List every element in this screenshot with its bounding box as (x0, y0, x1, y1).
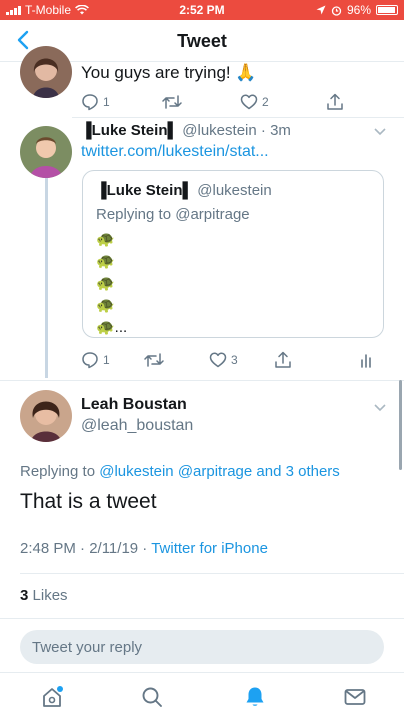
turtle-line: 🐢... (96, 319, 128, 336)
replying-to: Replying to @lukestein @arpitrage and 3 … (20, 463, 340, 480)
messages-icon[interactable] (343, 685, 367, 709)
quote-header: ▐Luke Stein▌ @lukestein (96, 182, 272, 199)
reply-placeholder: Tweet your reply (32, 639, 143, 656)
replying-prefix: Replying to (96, 206, 172, 223)
home-icon[interactable] (40, 685, 64, 709)
tweet-timestamp: 2:48 PM · 2/11/19 · (20, 540, 152, 557)
divider (0, 618, 404, 619)
tweet-link[interactable]: twitter.com/lukestein/stat... (81, 143, 269, 161)
battery-label: 96% (346, 3, 371, 17)
retweet-button[interactable] (162, 93, 240, 111)
reply-icon (82, 94, 98, 111)
quote-author-handle: @lukestein (197, 182, 272, 199)
avatar[interactable] (20, 390, 72, 442)
like-count: 3 (231, 353, 238, 367)
retweet-icon (144, 353, 164, 367)
reply-button[interactable]: 1 (81, 93, 162, 111)
alarm-icon (331, 5, 342, 16)
reply-count: 1 (103, 353, 110, 367)
analytics-button[interactable] (360, 351, 374, 369)
likes-count: 3 (20, 587, 29, 604)
reply-count: 1 (103, 95, 110, 109)
quote-replying-to: Replying to @arpitrage (96, 206, 250, 223)
like-count: 2 (262, 95, 269, 109)
chevron-down-icon[interactable] (373, 127, 387, 137)
like-button[interactable]: 3 (209, 351, 274, 369)
tweet-text: That is a tweet (20, 490, 157, 513)
reply-button[interactable]: 1 (81, 351, 144, 369)
share-button[interactable] (326, 93, 344, 111)
quote-author-name: ▐Luke Stein▌ (96, 182, 194, 199)
thread-line (45, 178, 48, 378)
chevron-down-icon[interactable] (373, 403, 387, 413)
divider (0, 380, 404, 381)
status-bar: T-Mobile 2:52 PM 96% (0, 0, 404, 20)
quoted-tweet[interactable]: ▐Luke Stein▌ @lukestein Replying to @arp… (82, 170, 384, 338)
search-icon[interactable] (140, 685, 164, 709)
like-icon (209, 352, 227, 368)
like-button[interactable]: 2 (240, 93, 326, 111)
turtle-line: 🐢 (96, 297, 115, 314)
like-icon (240, 94, 258, 110)
notifications-icon[interactable] (243, 685, 267, 709)
author-name[interactable]: ▐Luke Stein▌ (81, 122, 178, 139)
divider (72, 117, 404, 118)
retweet-button[interactable] (144, 351, 209, 369)
author-handle[interactable]: @leah_boustan (81, 417, 193, 435)
retweet-icon (162, 95, 182, 109)
tweet-time: 3m (270, 122, 291, 139)
share-icon (327, 93, 343, 110)
author-handle[interactable]: @lukestein (182, 122, 256, 139)
avatar[interactable] (20, 46, 72, 98)
tweet-actions: 1 2 (81, 93, 344, 111)
likes-label: Likes (32, 587, 68, 604)
share-icon (275, 351, 291, 368)
replying-prefix: Replying to (20, 463, 96, 480)
tab-bar (0, 672, 404, 720)
likes-summary[interactable]: 3 Likes (20, 587, 68, 604)
separator: · (256, 122, 271, 139)
tweet-meta: 2:48 PM · 2/11/19 · Twitter for iPhone (20, 540, 268, 557)
tweet-actions: 1 3 (81, 351, 374, 369)
replying-handle: @arpitrage (175, 206, 250, 223)
turtle-line: 🐢 (96, 275, 115, 292)
avatar[interactable] (20, 126, 72, 178)
reply-icon (82, 352, 98, 369)
scrollbar[interactable] (399, 380, 402, 470)
turtle-line: 🐢 (96, 231, 115, 248)
turtle-line: 🐢 (96, 253, 115, 270)
location-icon (316, 5, 326, 15)
reply-input[interactable]: Tweet your reply (20, 630, 384, 664)
battery-icon (376, 5, 398, 15)
tweet-text: You guys are trying! 🙏 (81, 63, 257, 82)
replying-handles[interactable]: @lukestein @arpitrage and 3 others (99, 463, 340, 480)
analytics-icon (361, 354, 371, 368)
divider (20, 573, 404, 574)
tweet-source[interactable]: Twitter for iPhone (151, 540, 268, 557)
author-name[interactable]: Leah Boustan (81, 396, 187, 414)
page-title: Tweet (177, 31, 227, 51)
quote-text: 🐢 🐢 🐢 🐢 🐢... (96, 229, 127, 339)
share-button[interactable] (274, 351, 360, 369)
tweet-header: ▐Luke Stein▌ @lukestein · 3m (81, 122, 291, 139)
